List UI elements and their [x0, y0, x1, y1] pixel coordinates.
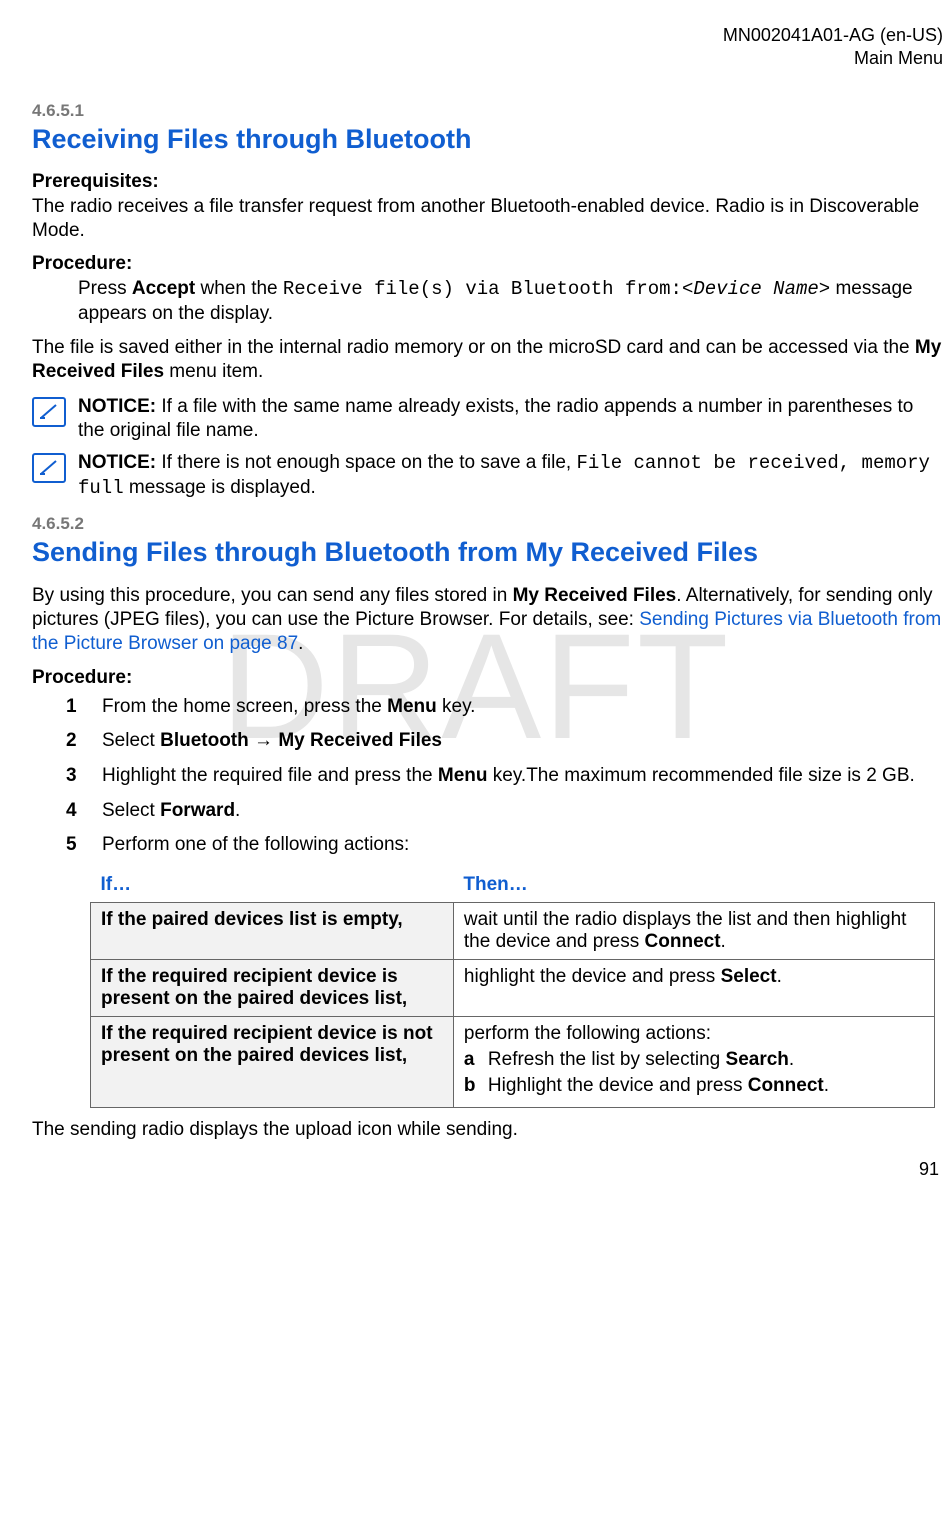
notice-icon	[32, 453, 66, 483]
table-cell-if: If the required recipient device is pres…	[91, 960, 454, 1017]
doc-id: MN002041A01-AG (en-US)	[32, 24, 943, 47]
table-row: If the paired devices list is empty, wai…	[91, 903, 935, 960]
page-header: MN002041A01-AG (en-US) Main Menu	[32, 24, 943, 69]
table-row: If the required recipient device is pres…	[91, 960, 935, 1017]
section-title: Sending Files through Bluetooth from My …	[32, 536, 943, 570]
action-name: Connect	[748, 1075, 824, 1096]
table-header-then: Then…	[453, 868, 934, 903]
text: Highlight the required file and press th…	[102, 765, 438, 786]
text: Refresh the list by selecting	[488, 1049, 726, 1070]
text: Press	[78, 278, 132, 299]
text: key.The maximum recommended file size is…	[487, 765, 914, 786]
table-header-if: If…	[91, 868, 454, 903]
list-item: Select Forward.	[32, 799, 943, 824]
notice-icon	[32, 397, 66, 427]
notice-label: NOTICE:	[78, 452, 156, 473]
table-cell-if: If the paired devices list is empty,	[91, 903, 454, 960]
procedure-label: Procedure:	[32, 667, 943, 689]
text: perform the following actions:	[464, 1023, 924, 1045]
prerequisites-label: Prerequisites:	[32, 171, 943, 193]
procedure-step: Press Accept when the Receive file(s) vi…	[78, 277, 943, 326]
text: .	[235, 800, 240, 821]
section-number: 4.6.5.1	[32, 101, 943, 121]
action-name: Select	[721, 966, 777, 987]
device-name-placeholder: <Device Name>	[682, 278, 830, 300]
sub-label: b	[464, 1075, 476, 1097]
text: .	[777, 966, 782, 987]
section-title: Receiving Files through Bluetooth	[32, 123, 943, 157]
action-name: Connect	[645, 931, 721, 952]
text: Highlight the device and press	[488, 1075, 748, 1096]
list-item: a Refresh the list by selecting Search.	[464, 1049, 924, 1071]
code-text: Receive file(s) via Bluetooth from:	[283, 278, 682, 300]
prerequisites-text: The radio receives a file transfer reque…	[32, 195, 943, 244]
table-cell-if: If the required recipient device is not …	[91, 1017, 454, 1108]
list-item: b Highlight the device and press Connect.	[464, 1075, 924, 1097]
list-item: Highlight the required file and press th…	[32, 764, 943, 789]
notice-block: NOTICE: If there is not enough space on …	[32, 451, 943, 500]
text: If there is not enough space on the to s…	[156, 452, 576, 473]
text: message is displayed.	[124, 477, 316, 498]
notice-block: NOTICE: If a file with the same name alr…	[32, 395, 943, 444]
result-text: The file is saved either in the internal…	[32, 336, 943, 385]
if-then-table: If… Then… If the paired devices list is …	[90, 868, 935, 1108]
text: .	[824, 1075, 829, 1096]
procedure-steps: From the home screen, press the Menu key…	[32, 695, 943, 858]
menu-item-name: My Received Files	[513, 585, 677, 606]
text: The file is saved either in the internal…	[32, 337, 915, 358]
text: By using this procedure, you can send an…	[32, 585, 513, 606]
list-item: From the home screen, press the Menu key…	[32, 695, 943, 720]
intro-text: By using this procedure, you can send an…	[32, 584, 943, 657]
accept-label: Accept	[132, 278, 195, 299]
text: when the	[195, 278, 283, 299]
breadcrumb: Main Menu	[32, 47, 943, 70]
table-cell-then: highlight the device and press Select.	[453, 960, 934, 1017]
menu-path: Bluetooth	[160, 730, 249, 751]
procedure-label: Procedure:	[32, 253, 943, 275]
text: Select	[102, 800, 160, 821]
table-row: If the required recipient device is not …	[91, 1017, 935, 1108]
section-number: 4.6.5.2	[32, 514, 943, 534]
key-name: Menu	[387, 696, 437, 717]
sub-label: a	[464, 1049, 475, 1071]
text: Select	[102, 730, 160, 751]
text: From the home screen, press the	[102, 696, 387, 717]
text: .	[298, 633, 303, 654]
key-name: Menu	[438, 765, 488, 786]
table-cell-then: wait until the radio displays the list a…	[453, 903, 934, 960]
text: highlight the device and press	[464, 966, 721, 987]
sub-steps: a Refresh the list by selecting Search. b…	[464, 1049, 924, 1097]
arrow: →	[249, 730, 279, 751]
page-number: 91	[919, 1159, 939, 1180]
menu-path: My Received Files	[278, 730, 442, 751]
text: Perform one of the following actions:	[102, 834, 409, 855]
notice-text: NOTICE: If there is not enough space on …	[78, 451, 943, 500]
action-name: Forward	[160, 800, 235, 821]
text: .	[789, 1049, 794, 1070]
text: If a file with the same name already exi…	[78, 396, 913, 441]
table-cell-then: perform the following actions: a Refresh …	[453, 1017, 934, 1108]
closing-text: The sending radio displays the upload ic…	[32, 1118, 943, 1142]
notice-text: NOTICE: If a file with the same name alr…	[78, 395, 943, 444]
notice-label: NOTICE:	[78, 396, 156, 417]
text: .	[721, 931, 726, 952]
list-item: Select Bluetooth → My Received Files	[32, 729, 943, 754]
action-name: Search	[726, 1049, 789, 1070]
text: menu item.	[164, 361, 263, 382]
list-item: Perform one of the following actions:	[32, 833, 943, 858]
text: key.	[437, 696, 476, 717]
